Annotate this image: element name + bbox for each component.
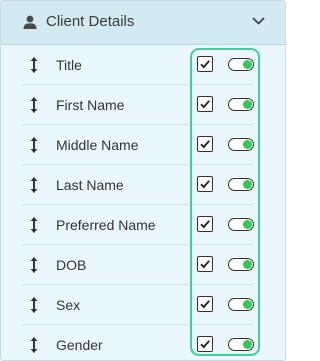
toggle-knob — [243, 180, 252, 189]
field-toggle[interactable] — [228, 58, 254, 71]
field-label: Gender — [56, 337, 103, 353]
field-toggle[interactable] — [228, 138, 254, 151]
drag-handle-icon[interactable] — [29, 336, 39, 354]
field-list: Title First Name Middle Name Last Name P… — [1, 45, 285, 360]
field-row: First Name — [21, 85, 254, 125]
field-label: First Name — [56, 97, 125, 113]
field-checkbox[interactable] — [197, 216, 213, 232]
toggle-knob — [243, 140, 252, 149]
drag-handle-icon[interactable] — [29, 56, 39, 74]
field-row: Sex — [21, 285, 254, 325]
field-checkbox[interactable] — [197, 56, 213, 72]
field-label: DOB — [56, 257, 87, 273]
toggle-knob — [243, 60, 252, 69]
field-label: Middle Name — [56, 137, 139, 153]
client-details-panel: Client Details Title First Name Middle N… — [0, 0, 286, 361]
drag-handle-icon[interactable] — [29, 176, 39, 194]
drag-handle-icon[interactable] — [29, 256, 39, 274]
drag-handle-icon[interactable] — [29, 296, 39, 314]
field-toggle[interactable] — [228, 98, 254, 111]
field-label: Last Name — [56, 177, 124, 193]
drag-handle-icon[interactable] — [29, 96, 39, 114]
field-row: Preferred Name — [21, 205, 254, 245]
section-title: Client Details — [46, 13, 135, 30]
drag-handle-icon[interactable] — [29, 136, 39, 154]
field-toggle[interactable] — [228, 178, 254, 191]
field-toggle[interactable] — [228, 218, 254, 231]
toggle-knob — [243, 100, 252, 109]
field-toggle[interactable] — [228, 258, 254, 271]
toggle-knob — [243, 220, 252, 229]
field-label: Title — [56, 57, 82, 73]
field-checkbox[interactable] — [197, 296, 213, 312]
field-row: Title — [21, 45, 254, 85]
field-checkbox[interactable] — [197, 256, 213, 272]
field-row: Gender — [21, 325, 254, 360]
client-details-header[interactable]: Client Details — [1, 1, 285, 45]
field-checkbox[interactable] — [197, 176, 213, 192]
field-row: Middle Name — [21, 125, 254, 165]
field-label: Preferred Name — [56, 217, 156, 233]
field-toggle[interactable] — [228, 298, 254, 311]
user-icon — [23, 15, 37, 29]
field-checkbox[interactable] — [197, 336, 213, 352]
field-label: Sex — [56, 297, 81, 313]
toggle-knob — [243, 260, 252, 269]
chevron-down-icon[interactable] — [252, 16, 265, 26]
toggle-knob — [243, 340, 252, 349]
toggle-knob — [243, 300, 252, 309]
field-checkbox[interactable] — [197, 136, 213, 152]
drag-handle-icon[interactable] — [29, 216, 39, 234]
field-row: Last Name — [21, 165, 254, 205]
field-row: DOB — [21, 245, 254, 285]
field-toggle[interactable] — [228, 338, 254, 351]
field-checkbox[interactable] — [197, 96, 213, 112]
